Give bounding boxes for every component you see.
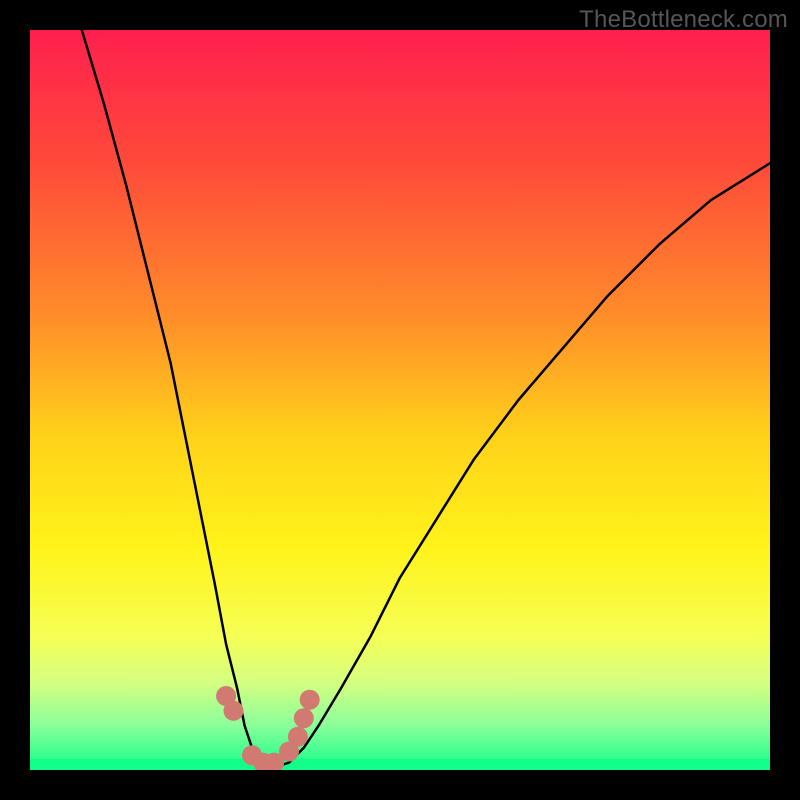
watermark-text: TheBottleneck.com bbox=[579, 6, 788, 34]
highlight-marker bbox=[300, 690, 320, 710]
highlight-markers bbox=[216, 686, 320, 770]
highlight-marker bbox=[288, 727, 308, 747]
highlight-marker bbox=[224, 701, 244, 721]
chart-frame: TheBottleneck.com bbox=[0, 0, 800, 800]
highlight-marker bbox=[294, 708, 314, 728]
plot-area bbox=[30, 30, 770, 770]
bottleneck-curve bbox=[82, 30, 770, 766]
curve-layer bbox=[30, 30, 770, 770]
